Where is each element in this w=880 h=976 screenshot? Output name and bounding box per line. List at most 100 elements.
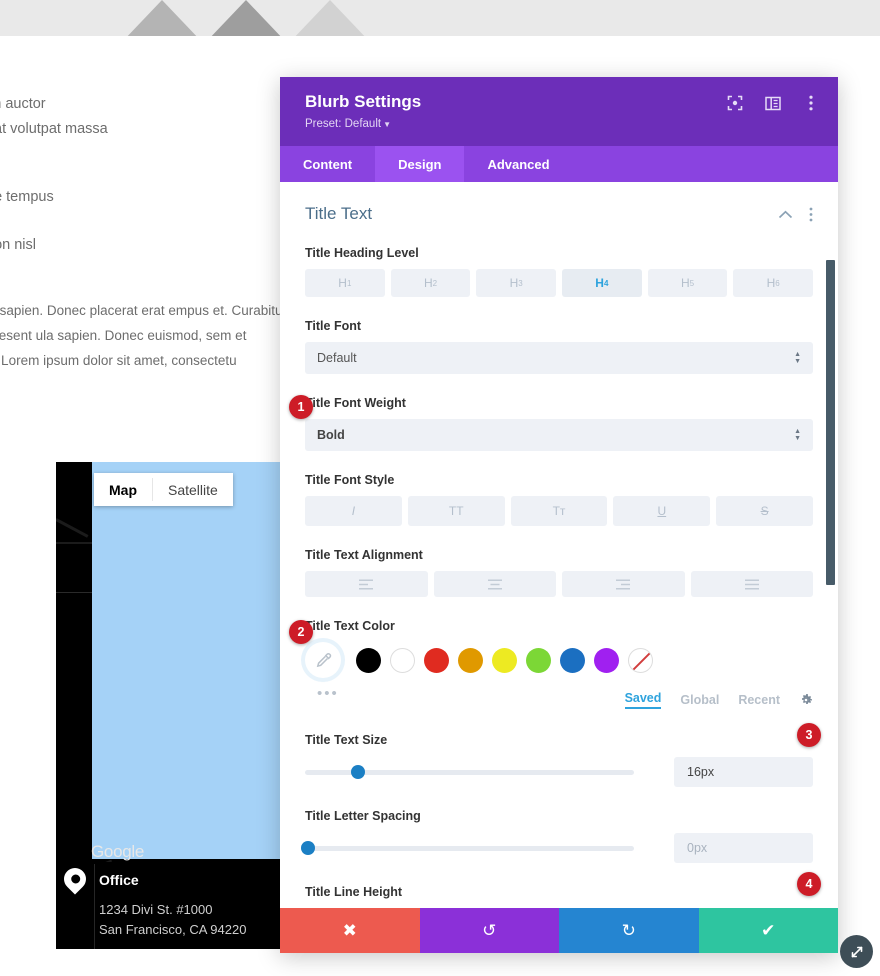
align-right-icon[interactable] — [562, 571, 685, 597]
underline-icon[interactable]: U — [613, 496, 711, 526]
field-label: Title Font Style — [305, 473, 395, 487]
settings-panel: Title Text Title Heading Level H1 H 2 H … — [280, 182, 838, 908]
field-title-font: Title Font Default ▲ ▼ — [280, 319, 838, 374]
tab-content[interactable]: Content — [280, 146, 375, 182]
h1-sub: 1 — [346, 278, 352, 288]
field-title-font-weight: Title Font Weight Bold ▲ ▼ — [280, 396, 838, 451]
banner-triangle — [250, 0, 410, 36]
map-type-toggle[interactable]: Map Satellite — [94, 473, 233, 506]
heading-level-h2[interactable]: H2 — [390, 269, 471, 297]
chevron-down-icon: ▼ — [383, 120, 391, 129]
italic-glyph: I — [351, 504, 356, 518]
swatch-green[interactable] — [526, 647, 551, 673]
scrollbar-thumb[interactable] — [826, 260, 835, 585]
align-justify-icon[interactable] — [690, 571, 813, 597]
field-label: Title Font — [305, 319, 362, 333]
italic-icon[interactable]: I — [305, 496, 402, 526]
color-tab-global[interactable]: Global — [680, 693, 719, 707]
strikethrough-icon[interactable]: S — [716, 496, 813, 526]
page-text-line: ue tempus — [0, 189, 54, 205]
title-letter-spacing-input[interactable]: 0px — [674, 833, 813, 863]
swatch-yellow[interactable] — [492, 647, 517, 673]
panel-scrollbar[interactable] — [826, 182, 835, 908]
save-button[interactable]: ✔ — [698, 908, 838, 953]
section-heading: Title Text — [305, 204, 373, 223]
section-kebab-menu-icon[interactable] — [809, 207, 813, 222]
title-font-weight-select[interactable]: Bold ▲ ▼ — [305, 419, 813, 451]
resize-diagonal-icon[interactable] — [840, 935, 873, 968]
align-center-icon[interactable] — [433, 571, 556, 597]
page-banner — [0, 0, 880, 36]
google-map[interactable]: Map Satellite + − Google Office 1234 Div… — [56, 462, 285, 949]
tab-advanced[interactable]: Advanced — [464, 146, 572, 182]
map-info-panel: Office 1234 Divi St. #1000 San Francisco… — [56, 862, 285, 949]
color-tab-saved[interactable]: Saved — [624, 691, 662, 709]
h1-label: H — [338, 276, 347, 290]
uppercase-icon[interactable]: TT — [407, 496, 505, 526]
title-font-select[interactable]: Default ▲ ▼ — [305, 342, 813, 374]
swatch-white[interactable] — [390, 647, 415, 673]
map-type-satellite[interactable]: Satellite — [153, 473, 233, 506]
blurb-settings-modal: Blurb Settings Preset: Default ▼ Content… — [280, 77, 838, 953]
align-left-icon[interactable] — [305, 571, 428, 597]
h5-label: H — [680, 276, 690, 290]
modal-title: Blurb Settings — [305, 92, 422, 111]
underline-glyph: U — [657, 504, 667, 518]
swatch-purple[interactable] — [594, 647, 619, 673]
heading-level-h4[interactable]: H4 — [562, 269, 642, 297]
smallcaps-icon[interactable]: Tᴛ — [510, 496, 608, 526]
h6-sub: 6 — [775, 278, 780, 288]
select-arrows-icon: ▲ ▼ — [794, 351, 801, 365]
title-font-weight-value: Bold — [317, 428, 345, 442]
settings-content: Title Text Title Heading Level H1 H 2 H … — [280, 182, 838, 908]
tab-design[interactable]: Design — [375, 146, 465, 182]
screen: g 4 im auctor , at volutpat massa ue tem… — [0, 0, 880, 976]
modal-header: Blurb Settings Preset: Default ▼ — [280, 77, 838, 146]
color-source-tabs: Saved Global Recent — [624, 691, 813, 709]
field-title-font-style: Title Font Style I TT Tᴛ U S — [280, 473, 838, 526]
font-style-buttons: I TT Tᴛ U S — [305, 496, 813, 526]
annotation-marker-4: 4 — [797, 872, 821, 896]
annotation-marker-2: 2 — [289, 620, 313, 644]
heading-level-h1[interactable]: H1 — [305, 269, 385, 297]
heading-level-h6[interactable]: H6 — [733, 269, 814, 297]
preset-selector[interactable]: Preset: Default ▼ — [305, 118, 391, 130]
eyedropper-icon[interactable] — [305, 642, 341, 678]
fullscreen-icon[interactable] — [726, 94, 744, 112]
title-text-size-input[interactable]: 16px — [674, 757, 813, 787]
undo-button[interactable]: ↺ — [419, 908, 559, 953]
h3-sub: 3 — [518, 278, 523, 288]
heading-level-buttons: H1 H2 H3 H4 H5 H6 — [305, 269, 814, 297]
gear-icon[interactable] — [799, 693, 813, 707]
chevron-up-icon[interactable] — [778, 210, 793, 219]
annotation-marker-3: 3 — [797, 723, 821, 747]
swatch-blue[interactable] — [560, 647, 585, 673]
redo-button[interactable]: ↻ — [559, 908, 699, 953]
heading-level-h3[interactable]: H3 — [476, 269, 557, 297]
modal-header-actions — [726, 94, 820, 112]
swatch-transparent[interactable] — [628, 647, 653, 673]
slider-thumb[interactable] — [301, 841, 316, 855]
field-label: Title Heading Level — [305, 246, 419, 260]
field-label: Title Text Alignment — [305, 548, 423, 562]
kebab-menu-icon[interactable] — [802, 94, 820, 112]
swatch-orange[interactable] — [458, 647, 483, 673]
h4-label: H — [595, 276, 604, 290]
heading-level-h5[interactable]: H5 — [647, 269, 728, 297]
address-line-1: 1234 Divi St. #1000 — [99, 902, 213, 917]
map-road — [56, 542, 92, 544]
slider-thumb[interactable] — [350, 765, 365, 779]
layout-columns-icon[interactable] — [764, 94, 782, 112]
map-type-map[interactable]: Map — [94, 473, 152, 506]
field-label: Title Line Height — [305, 885, 402, 899]
h3-label: H — [509, 276, 519, 290]
page-text-line: non nisl — [0, 237, 36, 253]
swatch-red[interactable] — [424, 647, 449, 673]
title-text-size-slider[interactable] — [305, 765, 634, 779]
map-location-title: Office — [99, 872, 139, 888]
strikethrough-glyph: S — [760, 504, 769, 518]
title-letter-spacing-slider[interactable] — [301, 841, 634, 855]
swatch-black[interactable] — [356, 647, 381, 673]
color-tab-recent[interactable]: Recent — [738, 693, 780, 707]
cancel-button[interactable]: ✖ — [280, 908, 420, 953]
